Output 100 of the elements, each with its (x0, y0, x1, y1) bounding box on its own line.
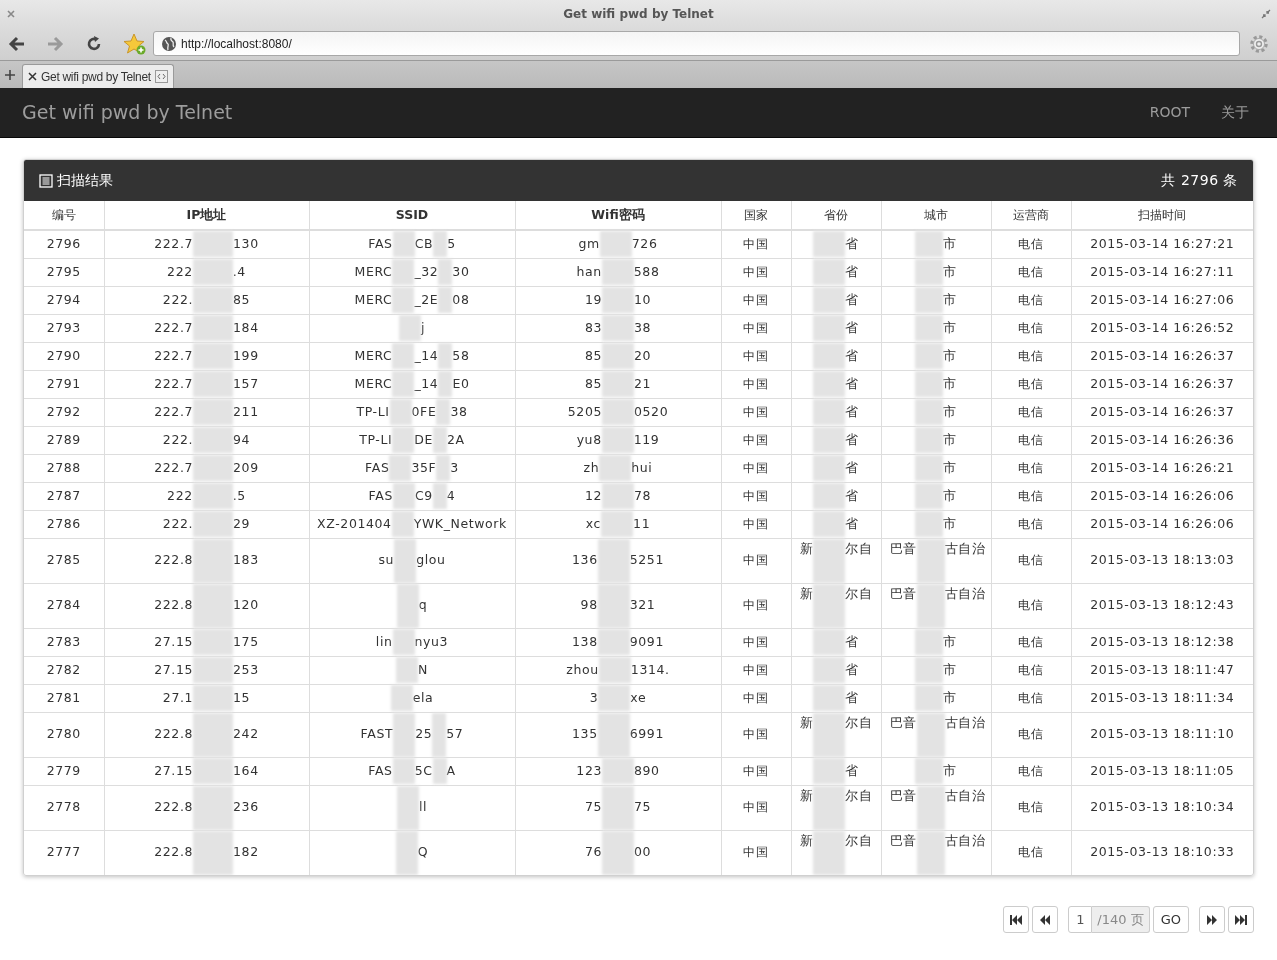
cell-text: 726 (631, 234, 658, 253)
cell-text: 0FE (411, 402, 437, 421)
cell-text: _14 (414, 374, 439, 393)
cell-text: FAS (368, 234, 393, 253)
cell-text: 6991 (629, 725, 664, 744)
cell-text: 138 (572, 632, 598, 651)
cell-text: 电信 (1018, 845, 1044, 860)
cell-text: 183 (233, 551, 259, 570)
cell-text: 2795 (46, 263, 81, 279)
cell-text: 巴音 (889, 713, 917, 732)
cell-text: q (418, 596, 428, 615)
cell-text: 省 (845, 290, 859, 309)
cell-text: 电信 (1018, 662, 1044, 677)
cell-text: 中国 (743, 432, 769, 447)
cell-text: 222.7 (154, 402, 194, 421)
cell-text: 尔自 (845, 831, 873, 850)
cell-text: gm (578, 234, 600, 253)
cell-text: lin (375, 632, 393, 651)
column-header: 国家 (721, 201, 791, 230)
cell-text: 78 (634, 486, 652, 505)
cell-text: 222.7 (154, 374, 194, 393)
nav-link[interactable]: ROOT (1149, 102, 1190, 123)
cell-text: 省 (845, 458, 859, 477)
browser-tab[interactable]: Get wifi pwd by Telnet (22, 64, 174, 88)
new-tab-icon[interactable] (4, 69, 16, 81)
cell-text: 2015-03-14 16:26:06 (1090, 487, 1235, 503)
cell-text: yu8 (576, 430, 602, 449)
first-page-button[interactable] (1003, 906, 1030, 933)
cell-text: 省 (845, 761, 859, 780)
brand-link[interactable]: Get wifi pwd by Telnet (22, 98, 233, 127)
cell-text: 省 (845, 514, 859, 533)
cell-text: 中国 (743, 845, 769, 860)
cell-text: 中国 (743, 264, 769, 279)
cell-text: 35F (411, 458, 437, 477)
cell-text: 巴音 (889, 584, 917, 603)
cell-text: 电信 (1018, 460, 1044, 475)
cell-text: 古自治 (944, 584, 986, 603)
cell-text: 市 (943, 346, 957, 365)
cell-text: FAS (368, 486, 393, 505)
cell-text: 2015-03-13 18:13:03 (1090, 552, 1235, 568)
last-page-button[interactable] (1228, 906, 1254, 933)
cell-text: 巴音 (889, 831, 917, 850)
column-header: Wifi密码 (515, 201, 721, 230)
cell-text: 2015-03-14 16:27:21 (1090, 235, 1235, 251)
cell-text: 中国 (743, 634, 769, 649)
cell-text: 222.8 (154, 798, 194, 817)
cell-text: 4 (446, 486, 456, 505)
cell-text: 30 (452, 262, 470, 281)
cell-text: 省 (845, 430, 859, 449)
cell-text: 省 (845, 688, 859, 707)
cell-text: 市 (943, 688, 957, 707)
go-button[interactable]: GO (1152, 906, 1189, 933)
cell-text: 253 (233, 660, 259, 679)
cell-text: 中国 (743, 727, 769, 742)
cell-text: 2796 (46, 235, 81, 251)
back-arrow-icon[interactable] (7, 34, 27, 53)
cell-text: A (446, 761, 456, 780)
cell-text: 27.15 (154, 660, 194, 679)
cell-text: 199 (233, 346, 259, 365)
cell-text: 222.7 (154, 458, 194, 477)
cell-text: CB (414, 234, 434, 253)
cell-text: 市 (943, 290, 957, 309)
cell-text: YWK_Network (413, 514, 507, 533)
cell-text: 119 (633, 430, 660, 449)
cell-text: 市 (943, 458, 957, 477)
cell-text: 2783 (46, 633, 81, 649)
cell-text: 21 (634, 374, 652, 393)
cell-text: 2785 (46, 552, 81, 568)
cell-text: 2015-03-13 18:12:38 (1090, 633, 1235, 649)
cell-text: 9091 (629, 632, 664, 651)
cell-text: 20 (634, 346, 652, 365)
nav-link[interactable]: 关于 (1221, 102, 1249, 123)
cell-text: 中国 (743, 690, 769, 705)
cell-text: 211 (233, 402, 259, 421)
restore-icon[interactable] (1261, 8, 1271, 19)
cell-text: FAST (360, 725, 394, 744)
next-page-button[interactable] (1199, 906, 1225, 933)
cell-text: 27.1 (162, 688, 194, 707)
cell-text: 尔自 (845, 786, 873, 805)
reload-icon[interactable] (85, 34, 103, 53)
cell-text: 2778 (46, 799, 81, 815)
previous-page-button[interactable] (1032, 906, 1059, 933)
address-bar[interactable]: http://localhost:8080/ (153, 31, 1240, 56)
cell-text: 尔自 (845, 539, 873, 558)
cell-text: 5 (447, 234, 456, 253)
cell-text: 中国 (743, 320, 769, 335)
cell-text: 2787 (46, 487, 81, 503)
cell-text: 222. (162, 430, 194, 449)
cell-text: _2E (414, 290, 439, 309)
cell-text: 85 (584, 346, 602, 365)
page-input[interactable]: 1 (1068, 906, 1093, 933)
cell-text: 08 (452, 290, 470, 309)
bookmark-star-icon[interactable] (123, 32, 147, 55)
cell-text: 2788 (46, 459, 81, 475)
cell-text: 12 (584, 486, 602, 505)
cell-text: 电信 (1018, 763, 1044, 778)
cell-text: 135 (572, 725, 598, 744)
cell-text: 省 (845, 486, 859, 505)
close-icon[interactable] (28, 72, 37, 81)
cell-text: 中国 (743, 662, 769, 677)
